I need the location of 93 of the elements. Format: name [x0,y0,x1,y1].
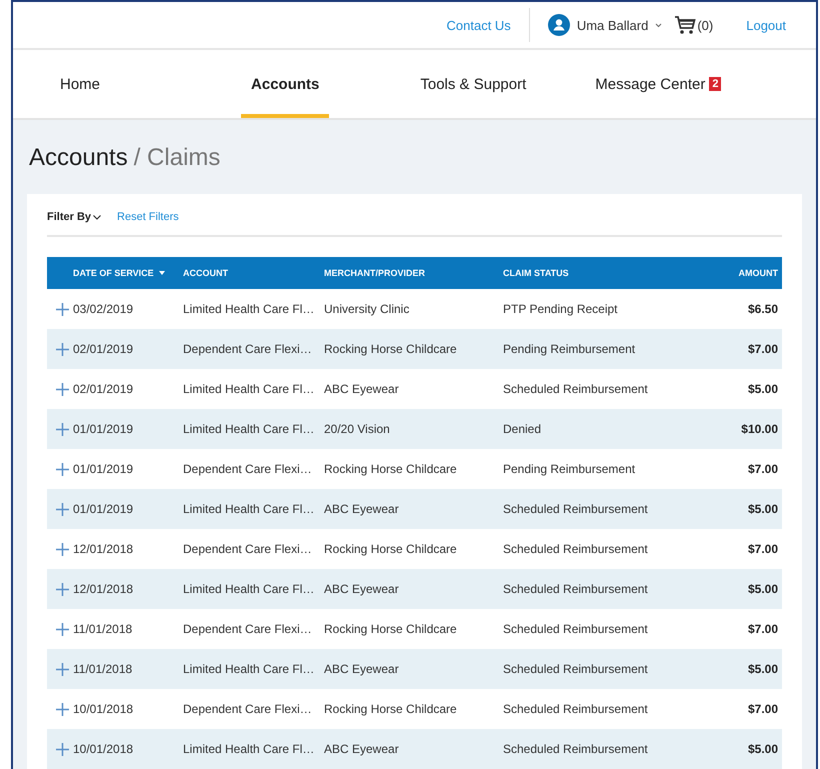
table-cell-text: Scheduled Reimbursement [503,662,649,676]
expand-icon[interactable] [56,702,68,716]
page-title: / Claims [134,144,220,172]
nav-tab[interactable]: Message Center 2 [585,50,732,118]
table-cell-text: Denied [503,422,542,436]
table-cell-text: Scheduled Reimbursement [503,542,649,556]
table-cell-text: 11/01/2018 [73,662,134,676]
table-cell-text: $5.00 [748,502,779,516]
expand-icon[interactable] [56,422,68,436]
column-header[interactable]: AMOUNT [738,268,782,278]
table-cell-text: Scheduled Reimbursement [503,742,649,756]
table-cell-text: Pending Reimbursement [503,462,636,476]
table-cell-text: 11/01/2018 [73,622,134,636]
cart-icon[interactable] [674,16,696,34]
table-cell-text: Rocking Horse Childcare [324,462,458,476]
table-cell-text: Limited Health Care Fl… [183,302,316,316]
table-cell-text: $5.00 [748,662,779,676]
chevron-icon [93,214,102,220]
table-cell-text: Rocking Horse Childcare [324,542,458,556]
table-cell-text: Limited Health Care Fl… [183,502,316,516]
table-cell-text: Limited Health Care Fl… [183,382,316,396]
table-cell-text: $7.00 [748,542,779,556]
expand-icon[interactable] [56,622,68,636]
notification-badge: 2 [709,77,722,91]
table-cell-text: Dependent Care Flexi… [183,702,313,716]
table-cell-text: 03/02/2019 [73,302,134,316]
table-cell-text: Scheduled Reimbursement [503,382,649,396]
column-header[interactable]: CLAIM STATUS [503,268,682,278]
table-cell-text: $7.00 [748,622,779,636]
column-header[interactable]: DATE OF SERVICE [73,268,183,278]
logout-link[interactable]: Logout [746,18,786,32]
table-cell-text: University Clinic [324,302,410,316]
table-cell-text: ABC Eyewear [324,382,400,396]
expand-icon[interactable] [56,462,68,476]
breadcrumb-link[interactable]: Accounts [29,144,128,172]
caret-icon[interactable] [655,22,662,28]
table-cell-text: $5.00 [748,742,779,756]
table-cell-text: 12/01/2018 [73,542,134,556]
table-cell-text: $5.00 [748,582,779,596]
expand-icon[interactable] [56,502,68,516]
table-cell-text: $5.00 [748,382,779,396]
filter-dropdown[interactable]: Filter By [47,211,102,223]
table-cell-text: Limited Health Care Fl… [183,422,316,436]
nav-tab[interactable]: Tools & Support [410,50,536,118]
table-cell-text: Dependent Care Flexi… [183,622,313,636]
expand-icon[interactable] [56,542,68,556]
table-cell-text: 01/01/2019 [73,422,134,436]
table-cell-text: Scheduled Reimbursement [503,582,649,596]
table-cell-text: 02/01/2019 [73,342,134,356]
table-cell-text: $10.00 [741,422,779,436]
table-cell-text: Limited Health Care Fl… [183,582,316,596]
table-cell-text: 10/01/2018 [73,742,134,756]
expand-icon[interactable] [56,342,68,356]
table-cell-text: Dependent Care Flexi… [183,542,313,556]
table-cell-text: Rocking Horse Childcare [324,342,458,356]
table-cell-text: Scheduled Reimbursement [503,702,649,716]
expand-icon[interactable] [56,382,68,396]
table-cell-text: ABC Eyewear [324,742,400,756]
table-cell-text: Limited Health Care Fl… [183,662,316,676]
table-cell-text: Scheduled Reimbursement [503,622,649,636]
table-cell-text: $7.00 [748,342,779,356]
table-cell-text: 02/01/2019 [73,382,134,396]
table-cell-text: 01/01/2019 [73,502,134,516]
column-header[interactable]: ACCOUNT [183,268,324,278]
table-cell-text: Rocking Horse Childcare [324,702,458,716]
table-cell-text: Scheduled Reimbursement [503,502,649,516]
expand-icon[interactable] [56,662,68,676]
table-cell-text: ABC Eyewear [324,582,400,596]
table-cell-text: Pending Reimbursement [503,342,636,356]
table-cell-text: 12/01/2018 [73,582,134,596]
table-cell-text: Rocking Horse Childcare [324,622,458,636]
table-cell-text: 10/01/2018 [73,702,134,716]
column-header[interactable]: MERCHANT/PROVIDER [324,268,503,278]
table-cell-text: $7.00 [748,702,779,716]
table-cell-text: Dependent Care Flexi… [183,342,313,356]
table-cell-text: Dependent Care Flexi… [183,462,313,476]
table-cell-text: ABC Eyewear [324,662,400,676]
table-cell-text: Limited Health Care Fl… [183,742,316,756]
table-cell-text: 01/01/2019 [73,462,134,476]
table-cell-text: PTP Pending Receipt [503,302,619,316]
expand-icon[interactable] [56,742,68,756]
contact-link[interactable]: Contact Us [446,18,511,32]
nav-tab[interactable]: Home [50,50,110,118]
table-cell-text: 20/20 Vision [324,422,391,436]
reset-filters-link[interactable]: Reset Filters [117,211,179,223]
expand-icon[interactable] [56,582,68,596]
user-menu[interactable]: Uma Ballard [576,18,648,32]
avatar-icon [548,14,570,36]
expand-icon[interactable] [56,302,68,316]
table-cell-text: $7.00 [748,462,779,476]
cart-count: (0) [697,18,714,32]
table-cell-text: $6.50 [748,302,779,316]
table-cell-text: ABC Eyewear [324,502,400,516]
